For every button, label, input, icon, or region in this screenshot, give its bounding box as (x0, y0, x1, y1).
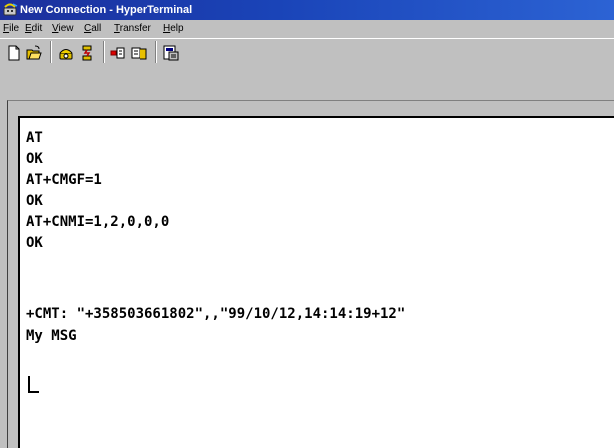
open-button[interactable] (24, 43, 45, 63)
connect-button[interactable] (56, 43, 77, 63)
disconnect-button[interactable] (77, 43, 98, 63)
menu-bar: File Edit View Call Transfer Help (0, 20, 614, 38)
toolbar-separator (155, 41, 157, 63)
menu-transfer[interactable]: Transfer (114, 21, 151, 37)
receive-button[interactable] (129, 43, 150, 63)
terminal-screen[interactable]: AT OK AT+CMGF=1 OK AT+CNMI=1,2,0,0,0 OK … (18, 116, 614, 448)
hyperterminal-window: New Connection - HyperTerminal File Edit… (0, 0, 614, 448)
terminal-line: OK (26, 235, 43, 251)
new-button[interactable] (4, 43, 25, 63)
title-bar[interactable]: New Connection - HyperTerminal (0, 0, 614, 20)
menu-view[interactable]: View (52, 21, 74, 37)
terminal-line: OK (26, 151, 43, 167)
text-cursor (28, 376, 39, 393)
hyperterminal-phone-icon[interactable] (3, 2, 18, 17)
properties-button[interactable] (161, 43, 182, 63)
menu-help[interactable]: Help (163, 21, 184, 37)
window-title: New Connection - HyperTerminal (20, 4, 193, 16)
terminal-line: +CMT: "+358503661802",,"99/10/12,14:14:1… (26, 306, 406, 322)
menu-call[interactable]: Call (84, 21, 101, 37)
terminal-line: AT (26, 130, 43, 146)
terminal-line: AT+CMGF=1 (26, 172, 102, 188)
toolbar-separator (103, 41, 105, 63)
menu-edit[interactable]: Edit (25, 21, 42, 37)
terminal-line: AT+CNMI=1,2,0,0,0 (26, 214, 170, 230)
toolbar-separator (50, 41, 52, 63)
terminal-line: My MSG (26, 328, 77, 344)
toolbar (0, 38, 614, 69)
terminal-line: OK (26, 193, 43, 209)
send-button[interactable] (108, 43, 129, 63)
menu-file[interactable]: File (3, 21, 19, 37)
